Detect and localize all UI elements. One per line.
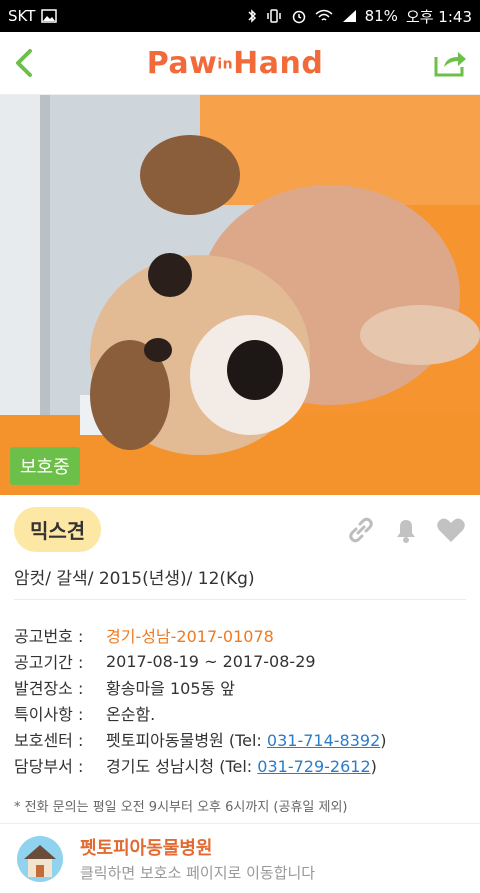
carrier-label: SKT [8,7,36,25]
detail-row-found-location: 발견장소 : 황송마을 105동 앞 [14,674,466,700]
logo-text-in: in [217,56,234,72]
breed-row: 믹스견 [14,507,466,552]
detail-label: 공고번호 : [14,627,84,646]
detail-row-notice-number: 공고번호 : 경기-성남-2017-01078 [14,622,466,648]
chevron-left-icon[interactable] [12,46,38,80]
share-icon[interactable] [432,47,468,79]
pet-summary-text: 암컷/ 갈색/ 2015(년생)/ 12(Kg) [14,564,466,600]
detail-value: 황송마을 105동 앞 [106,679,236,698]
shelter-phone-link[interactable]: 031-714-8392 [267,731,380,750]
detail-value: 펫토피아동물병원 (Tel: 031-714-8392) [106,727,387,751]
detail-label: 보호센터 : [14,731,84,750]
heart-icon[interactable] [436,516,466,544]
shelter-card-text: 펫토피아동물병원 클릭하면 보호소 페이지로 이동합니다 [80,834,315,883]
detail-label: 공고기간 : [14,653,84,672]
pet-summary-section: 믹스견 암컷/ 갈색/ 2015(년생)/ 12(Kg) [0,495,480,612]
detail-value: 2017-08-19 ~ 2017-08-29 [106,651,316,671]
link-icon[interactable] [346,515,376,545]
detail-row-notes: 특이사항 : 온순함. [14,700,466,726]
bell-icon[interactable] [392,515,420,545]
shelter-name: 펫토피아동물병원 (Tel: [106,731,267,750]
shelter-card-subtitle: 클릭하면 보호소 페이지로 이동합니다 [80,864,316,882]
pet-photo[interactable]: 보호중 [0,95,480,495]
logo-text-hand: Hand [233,45,324,81]
breed-chip: 믹스견 [14,507,102,552]
wifi-icon [315,9,333,21]
detail-row-shelter: 보호센터 : 펫토피아동물병원 (Tel: 031-714-8392) [14,726,466,752]
action-icons [346,515,466,545]
department-phone-link[interactable]: 031-729-2612 [257,757,370,776]
status-left: SKT [8,7,58,25]
details-list: 공고번호 : 경기-성남-2017-01078 공고기간 : 2017-08-1… [0,612,480,788]
detail-row-notice-period: 공고기간 : 2017-08-19 ~ 2017-08-29 [14,648,466,674]
call-hours-note: * 전화 문의는 평일 오전 9시부터 오후 6시까지 (공휴일 제외) [0,788,480,824]
shelter-card-title: 펫토피아동물병원 [80,838,213,859]
detail-value: 경기도 성남시청 (Tel: 031-729-2612) [106,753,377,777]
department-name: 경기도 성남시청 (Tel: [106,757,258,776]
dog-photo-illustration [0,95,480,495]
app-logo: PawinHand [147,46,324,81]
detail-label: 발견장소 : [14,679,84,698]
paren-close: ) [380,731,387,750]
battery-label: 81% [364,7,398,25]
alarm-icon [292,10,305,24]
status-badge: 보호중 [10,447,80,485]
house-icon [17,835,63,882]
paren-close: ) [370,757,377,776]
signal-icon [342,10,356,22]
logo-text-paw: Paw [146,45,218,81]
detail-label: 담당부서 : [14,757,84,776]
bluetooth-icon [248,9,256,23]
app-bar: PawinHand [0,32,480,95]
vibrate-icon [266,9,281,23]
status-bar: SKT 81% 오후 1:43 [0,0,480,32]
status-right: 81% 오후 1:43 [247,6,472,27]
detail-value: 경기-성남-2017-01078 [106,627,274,646]
time-label: 오후 1:43 [405,7,472,26]
detail-row-department: 담당부서 : 경기도 성남시청 (Tel: 031-729-2612) [14,752,466,778]
shelter-card[interactable]: 펫토피아동물병원 클릭하면 보호소 페이지로 이동합니다 [0,824,480,893]
detail-label: 특이사항 : [14,705,84,724]
detail-value: 온순함. [106,705,156,724]
image-icon [41,9,58,23]
